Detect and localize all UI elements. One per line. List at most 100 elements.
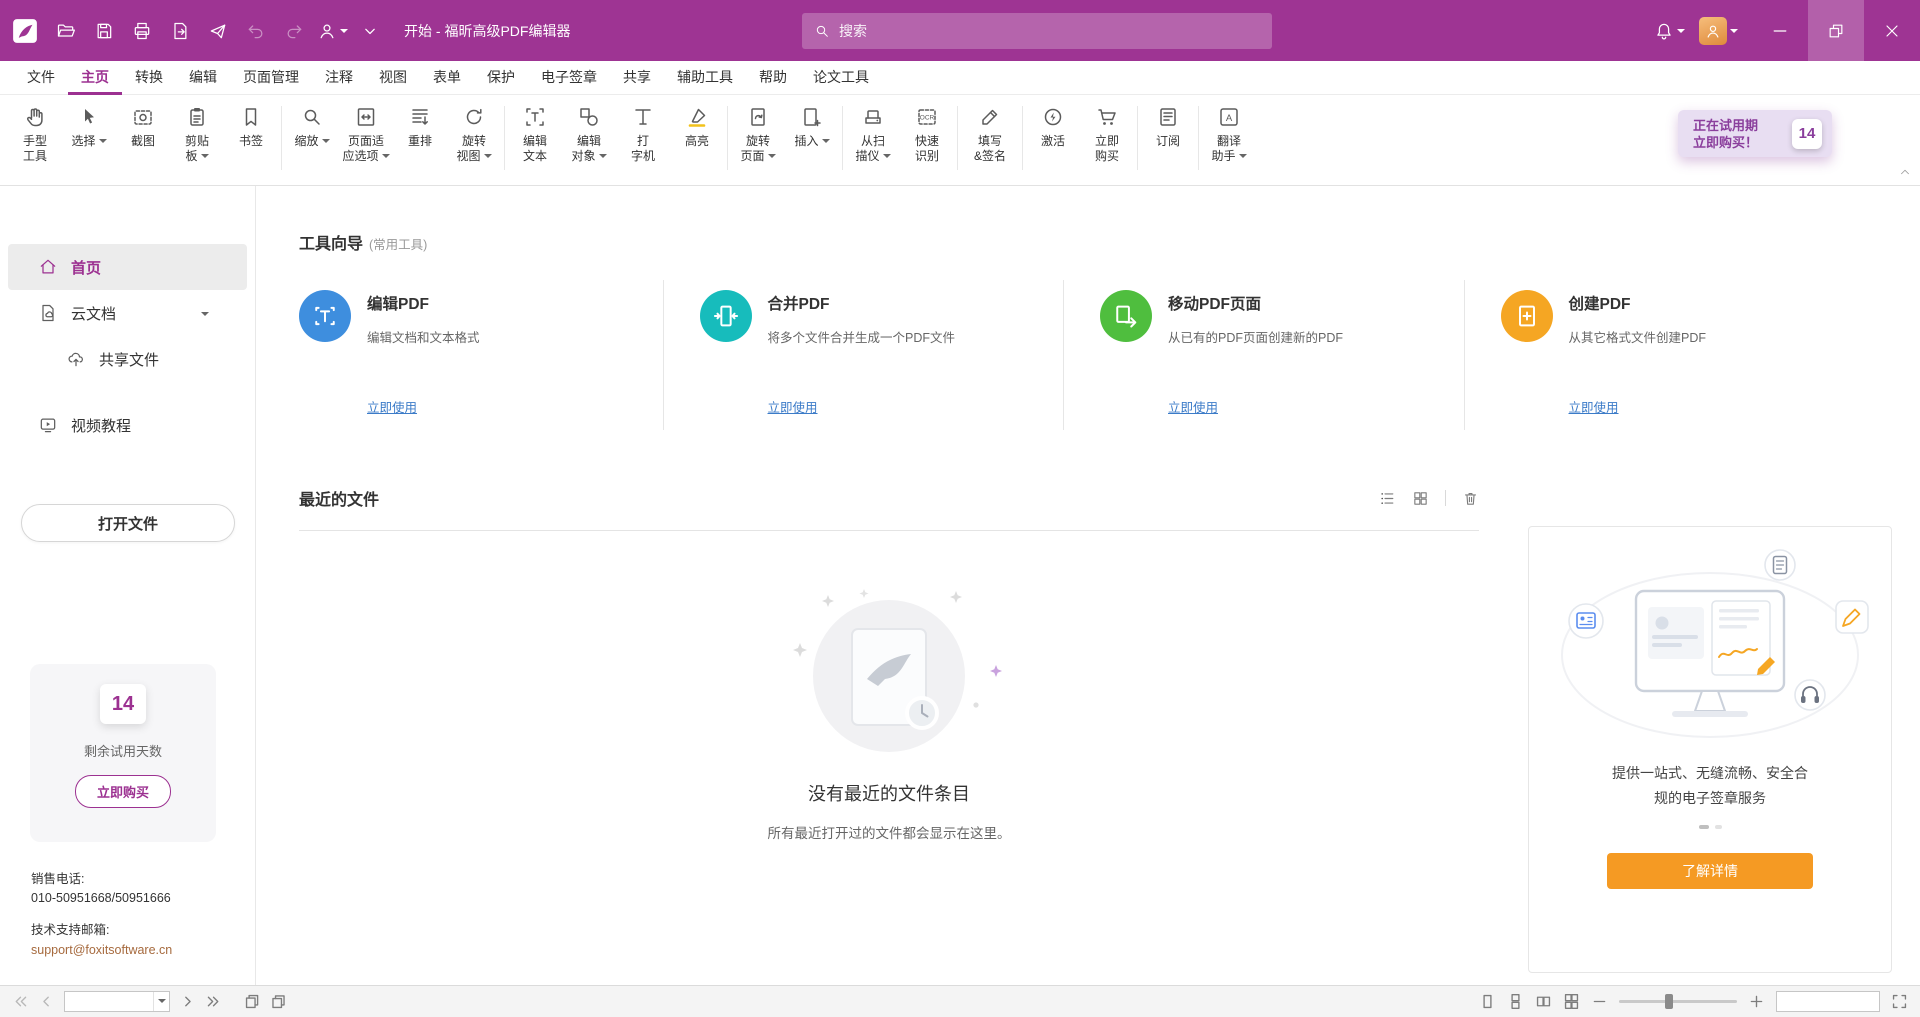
ribbon-tool-snapshot[interactable]: 截图 — [116, 102, 170, 149]
print-button[interactable] — [126, 15, 158, 47]
share-button[interactable] — [202, 15, 234, 47]
ribbon-tool-reflow[interactable]: 重排 — [393, 102, 447, 149]
ribbon-tool-clipboard[interactable]: 剪贴板 — [170, 102, 224, 164]
sidebar-item-shared-files[interactable]: 共享文件 — [8, 336, 247, 382]
ribbon-tool-fill-sign[interactable]: 填写&签名 — [961, 102, 1019, 164]
collapse-ribbon-button[interactable] — [1898, 165, 1912, 182]
page-number-box[interactable] — [64, 991, 170, 1012]
menu-item-help[interactable]: 帮助 — [746, 61, 800, 95]
menu-item-esign[interactable]: 电子签章 — [528, 61, 610, 95]
clear-recent-button[interactable] — [1462, 490, 1479, 507]
ribbon-tool-select[interactable]: 选择 — [62, 102, 116, 149]
open-file-toolbar-button[interactable] — [50, 15, 82, 47]
single-page-view-button[interactable] — [1479, 993, 1496, 1010]
ribbon-tool-fit-options[interactable]: 页面适应选项 — [339, 102, 393, 164]
first-page-button[interactable] — [12, 993, 29, 1010]
ribbon-tool-highlight[interactable]: 高亮 — [670, 102, 724, 149]
search-bar[interactable] — [802, 13, 1272, 49]
buy-now-button[interactable]: 立即购买 — [75, 775, 171, 808]
notifications-button[interactable] — [1653, 15, 1685, 47]
card-create-pdf[interactable]: 创建PDF 从其它格式文件创建PDF 立即使用 — [1464, 280, 1865, 430]
previous-page-button[interactable] — [38, 993, 55, 1010]
facing-view-button[interactable] — [1535, 993, 1552, 1010]
ribbon-tool-subscribe[interactable]: 订阅 — [1141, 102, 1195, 149]
menu-item-home[interactable]: 主页 — [68, 61, 122, 95]
ribbon-tool-hand[interactable]: 手型工具 — [8, 102, 62, 164]
facing-continuous-view-button[interactable] — [1563, 993, 1580, 1010]
open-file-button[interactable]: 打开文件 — [21, 504, 235, 542]
customize-quick-access-button[interactable] — [354, 15, 386, 47]
trial-days-label: 剩余试用天数 — [84, 741, 162, 760]
card-move-pdf-pages[interactable]: 移动PDF页面 从已有的PDF页面创建新的PDF 立即使用 — [1063, 280, 1464, 430]
menu-item-share[interactable]: 共享 — [610, 61, 664, 95]
card-merge-pdf[interactable]: 合并PDF 将多个文件合并生成一个PDF文件 立即使用 — [663, 280, 1064, 430]
person-icon — [1704, 22, 1722, 40]
page-number-input[interactable] — [65, 995, 153, 1009]
ribbon-tool-buy[interactable]: 立即购买 — [1080, 102, 1134, 164]
page-number-dropdown[interactable] — [153, 992, 169, 1011]
last-page-button[interactable] — [205, 993, 222, 1010]
menu-item-view[interactable]: 视图 — [366, 61, 420, 95]
export-document-button[interactable] — [164, 15, 196, 47]
use-now-link[interactable]: 立即使用 — [768, 397, 818, 416]
sidebar-item-video-tutorials[interactable]: 视频教程 — [8, 402, 247, 448]
list-view-button[interactable] — [1379, 490, 1396, 507]
menu-item-paper-tools[interactable]: 论文工具 — [800, 61, 882, 95]
trial-period-badge[interactable]: 正在试用期 立即购买！ 14 — [1678, 110, 1832, 157]
chevron-down-icon[interactable] — [201, 312, 209, 320]
use-now-link[interactable]: 立即使用 — [367, 397, 417, 416]
close-button[interactable] — [1864, 0, 1920, 61]
pagination-dot-2[interactable] — [1715, 825, 1722, 829]
zoom-level-input[interactable] — [1777, 992, 1879, 1011]
pagination-dot-1[interactable] — [1699, 825, 1709, 829]
fullscreen-button[interactable] — [1891, 993, 1908, 1010]
ribbon-tool-activate[interactable]: 激活 — [1026, 102, 1080, 149]
minimize-button[interactable] — [1752, 0, 1808, 61]
grid-view-button[interactable] — [1412, 490, 1429, 507]
restore-window-button[interactable] — [1808, 0, 1864, 61]
learn-more-button[interactable]: 了解详情 — [1607, 853, 1813, 889]
undo-button[interactable] — [240, 15, 272, 47]
ribbon-group-separator — [957, 106, 958, 170]
card-edit-pdf[interactable]: 编辑PDF 编辑文档和文本格式 立即使用 — [299, 280, 663, 430]
search-input[interactable] — [839, 23, 1260, 39]
zoom-level-box[interactable] — [1776, 991, 1880, 1012]
account-avatar-button[interactable] — [1699, 15, 1738, 47]
support-email-link[interactable]: support@foxitsoftware.cn — [31, 941, 172, 960]
sidebar-item-cloud-docs[interactable]: 云文档 — [8, 290, 247, 336]
menu-item-edit[interactable]: 编辑 — [176, 61, 230, 95]
next-page-button[interactable] — [179, 993, 196, 1010]
menu-item-form[interactable]: 表单 — [420, 61, 474, 95]
save-button[interactable] — [88, 15, 120, 47]
zoom-slider[interactable] — [1619, 1000, 1737, 1003]
use-now-link[interactable]: 立即使用 — [1569, 397, 1619, 416]
ribbon-tool-rotate-pages[interactable]: 旋转页面 — [731, 102, 785, 164]
menu-item-comment[interactable]: 注释 — [312, 61, 366, 95]
zoom-slider-thumb[interactable] — [1665, 994, 1673, 1009]
menu-item-accessibility[interactable]: 辅助工具 — [664, 61, 746, 95]
ribbon-tool-insert[interactable]: 插入 — [785, 102, 839, 149]
ribbon-tool-translate[interactable]: A 翻译助手 — [1202, 102, 1256, 164]
use-now-link[interactable]: 立即使用 — [1168, 397, 1218, 416]
menu-item-convert[interactable]: 转换 — [122, 61, 176, 95]
previous-view-button[interactable] — [244, 993, 261, 1010]
ribbon-tool-zoom[interactable]: 缩放 — [285, 102, 339, 149]
video-tutorial-icon — [38, 415, 58, 435]
ribbon-tool-ocr[interactable]: OCR 快速识别 — [900, 102, 954, 164]
zoom-out-button[interactable] — [1591, 993, 1608, 1010]
next-view-button[interactable] — [270, 993, 287, 1010]
menu-item-page-manage[interactable]: 页面管理 — [230, 61, 312, 95]
menu-item-file[interactable]: 文件 — [14, 61, 68, 95]
menu-item-protect[interactable]: 保护 — [474, 61, 528, 95]
ribbon-tool-edit-text[interactable]: 编辑文本 — [508, 102, 562, 164]
ribbon-tool-typewriter[interactable]: 打字机 — [616, 102, 670, 164]
ribbon-tool-rotate-view[interactable]: 旋转视图 — [447, 102, 501, 164]
ribbon-tool-bookmark[interactable]: 书签 — [224, 102, 278, 149]
continuous-view-button[interactable] — [1507, 993, 1524, 1010]
sidebar-item-home[interactable]: 首页 — [8, 244, 247, 290]
ribbon-tool-edit-object[interactable]: 编辑对象 — [562, 102, 616, 164]
zoom-in-button[interactable] — [1748, 993, 1765, 1010]
account-button[interactable] — [316, 15, 348, 47]
redo-button[interactable] — [278, 15, 310, 47]
ribbon-tool-scanner[interactable]: 从扫描仪 — [846, 102, 900, 164]
